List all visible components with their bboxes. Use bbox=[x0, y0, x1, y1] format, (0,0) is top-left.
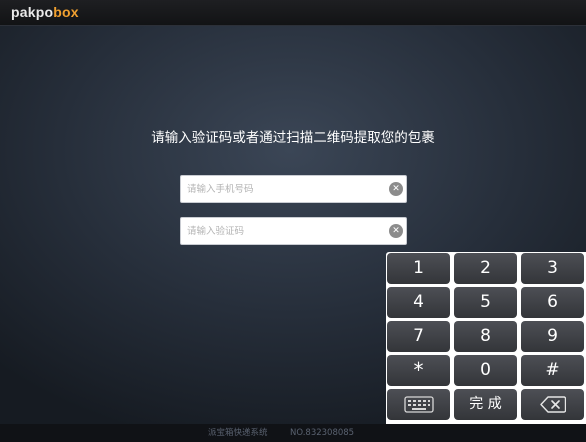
key-6[interactable]: 6 bbox=[521, 287, 584, 318]
phone-field[interactable]: ✕ bbox=[180, 175, 407, 203]
pakpobox-logo: pakpobox bbox=[11, 3, 79, 22]
key-9[interactable]: 9 bbox=[521, 321, 584, 352]
key-1[interactable]: 1 bbox=[387, 253, 450, 284]
key-7[interactable]: 7 bbox=[387, 321, 450, 352]
footer-system-name: 派宝箱快递系统 bbox=[208, 428, 268, 438]
clear-phone-icon[interactable]: ✕ bbox=[389, 182, 403, 196]
key-0[interactable]: 0 bbox=[454, 355, 517, 386]
footer-device-number: NO.832308085 bbox=[290, 428, 355, 438]
key-5[interactable]: 5 bbox=[454, 287, 517, 318]
logo-text-pakpo: pakpo bbox=[11, 4, 54, 20]
logo-text-box: box bbox=[53, 4, 79, 20]
key-hash[interactable]: # bbox=[521, 355, 584, 386]
top-bar: pakpobox bbox=[0, 0, 586, 26]
keyboard-toggle-button[interactable] bbox=[387, 389, 450, 420]
clear-code-icon[interactable]: ✕ bbox=[389, 224, 403, 238]
done-button[interactable]: 完 成 bbox=[454, 389, 517, 420]
keyboard-icon bbox=[403, 395, 434, 413]
backspace-icon bbox=[539, 395, 566, 413]
footer-bar: 派宝箱快递系统 NO.832308085 bbox=[0, 424, 586, 442]
key-8[interactable]: 8 bbox=[454, 321, 517, 352]
phone-input[interactable] bbox=[187, 176, 383, 202]
key-4[interactable]: 4 bbox=[387, 287, 450, 318]
code-input[interactable] bbox=[187, 218, 383, 244]
key-star[interactable]: * bbox=[387, 355, 450, 386]
code-field[interactable]: ✕ bbox=[180, 217, 407, 245]
backspace-button[interactable] bbox=[521, 389, 584, 420]
numeric-keypad: 1 2 3 4 5 6 7 8 9 * 0 # 完 成 bbox=[386, 252, 586, 424]
key-3[interactable]: 3 bbox=[521, 253, 584, 284]
instruction-text: 请输入验证码或者通过扫描二维码提取您的包裹 bbox=[151, 130, 435, 146]
key-2[interactable]: 2 bbox=[454, 253, 517, 284]
